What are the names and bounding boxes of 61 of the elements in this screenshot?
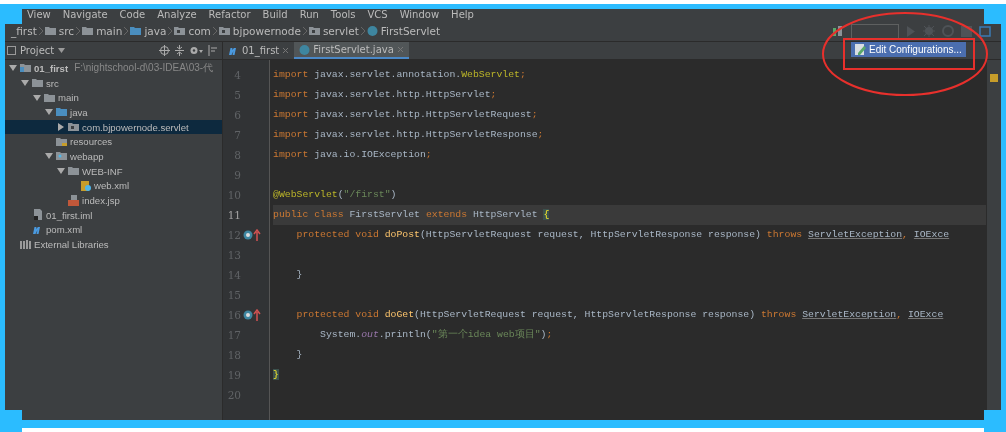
code-line: import javax.servlet.annotation.WebServlet; [273,68,527,82]
tree-row[interactable]: src [5,75,222,91]
breadcrumb-item[interactable]: java [144,25,167,37]
tree-row[interactable]: main [5,90,222,106]
tree-row[interactable]: index.jsp [5,193,222,208]
tree-item-label: resources [70,136,113,148]
menu-item[interactable]: Edit Configurations... [851,42,966,57]
tree-item-label: java [70,106,88,118]
panel-title[interactable]: Project [20,45,55,56]
menu-item[interactable]: Build [262,9,288,21]
code-line: import javax.servlet.http.HttpServlet; [273,88,498,102]
tree-row[interactable]: webapp [5,149,222,164]
menu-item[interactable]: Analyze [157,9,197,21]
code-line: import java.io.IOException; [273,148,433,162]
menu-item[interactable]: Window [399,9,440,21]
menu-item[interactable]: Run [299,9,319,21]
menu-item[interactable]: Help [451,9,474,21]
code-line: protected void doGet(HttpServletRequest request, HttpServletResponse response) throws ServletException, IOExce [295,308,945,322]
editor-tab[interactable]: FirstServlet.java [294,42,409,59]
tree-row[interactable]: java [5,105,222,120]
breadcrumb-item[interactable]: _first [11,25,37,37]
breadcrumb-item[interactable]: bjpowernode [232,25,301,37]
tree-item-label: src [46,77,59,89]
breadcrumb-item[interactable]: com [188,25,211,37]
tree-row[interactable]: 01_first.iml [5,207,222,223]
tree-row[interactable]: 01_first F:\nightschool-d\03-IDEA\03-代 [5,61,222,76]
file-path: F:\nightschool-d\03-IDEA\03-代 [74,61,214,76]
tree-row[interactable]: pom.xml [5,222,222,238]
menu-item[interactable]: View [27,9,51,21]
tree-item-label: main [58,92,79,104]
line-number: 11 [226,209,241,221]
breadcrumb-item[interactable]: src [58,25,75,37]
tree-row[interactable]: web.xml [5,178,222,194]
tree-item-label: com.bjpowernode.servlet [82,121,189,133]
tree-row[interactable]: resources [5,134,222,150]
tree-item-label: index.jsp [82,195,120,207]
tree-item-label: WEB-INF [82,165,123,177]
tree-row[interactable]: WEB-INF [5,163,222,179]
tree-row[interactable]: com.bjpowernode.servlet [5,119,222,135]
code-line: @WebServlet("/first") [273,188,398,202]
breadcrumb-item[interactable]: FirstServlet [380,25,441,37]
tree-item-label: External Libraries [34,239,109,251]
breadcrumb-item[interactable]: main [96,25,123,37]
menu-item[interactable]: VCS [367,9,388,21]
tree-item-label: pom.xml [46,224,83,236]
menu-item[interactable]: Tools [330,9,356,21]
menu-item[interactable]: Refactor [208,9,251,21]
tree-item-label: web.xml [94,180,130,192]
tree-item-label: 01_first [34,62,69,74]
menu-item[interactable]: Navigate [62,9,108,21]
code-line: import javax.servlet.http.HttpServletResponse; [273,128,545,142]
tree-row[interactable]: External Libraries [5,237,222,252]
code-line: } [295,348,304,362]
tree-item-label: 01_first.iml [46,209,93,221]
code-line: import javax.servlet.http.HttpServletRequest; [273,108,539,122]
editor-tab[interactable]: 01_first [223,42,295,59]
menu-item[interactable]: Code [119,9,146,21]
breadcrumb-item[interactable]: servlet [322,25,359,37]
code-line: protected void doPost(HttpServletRequest request, HttpServletResponse response) throws ServletException, IOExce [295,228,951,242]
tree-item-label: webapp [70,150,104,162]
code-line: } [295,268,304,282]
